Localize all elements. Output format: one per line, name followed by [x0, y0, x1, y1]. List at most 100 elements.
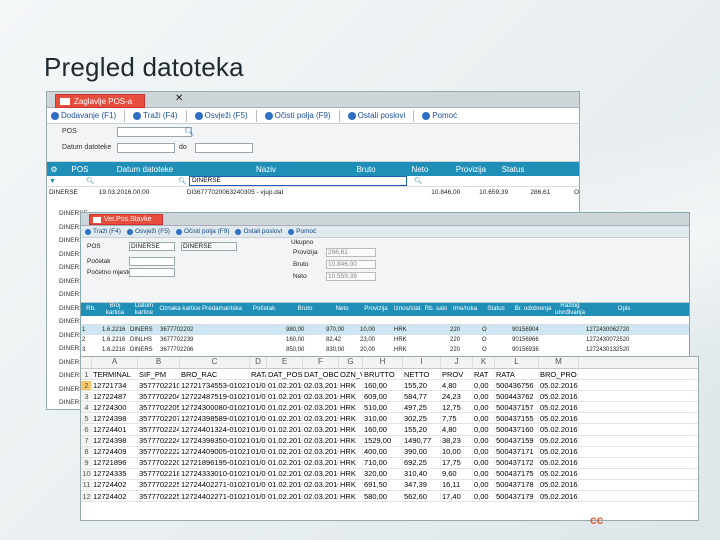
cell[interactable]: 1529,00: [363, 436, 403, 446]
cell[interactable]: 05.02.2016: [539, 447, 579, 457]
cell[interactable]: 12721896195-010215: [180, 458, 250, 468]
cell[interactable]: NETTO: [403, 369, 441, 379]
cell[interactable]: 02.03.2016: [303, 380, 339, 390]
table-row[interactable]: 11 12724402 3577702225 12724402271-010215 01…: [81, 480, 698, 492]
cell[interactable]: HRK: [339, 391, 363, 401]
cell[interactable]: 01/05: [250, 380, 267, 390]
cell[interactable]: 0,00: [473, 458, 495, 468]
toolbar-button-3[interactable]: Očisti polja (F9): [264, 111, 331, 120]
cell[interactable]: HRK: [339, 402, 363, 412]
column-letter[interactable]: I: [403, 357, 441, 368]
cell[interactable]: 562,60: [403, 491, 441, 501]
cell[interactable]: 01.02.2016: [267, 380, 303, 390]
column-header[interactable]: Bruto: [285, 306, 325, 312]
cell[interactable]: 0,00: [473, 391, 495, 401]
cell[interactable]: 02.03.2016: [303, 413, 339, 423]
cell[interactable]: 12724335: [92, 469, 138, 479]
cell[interactable]: RAT: [473, 369, 495, 379]
cell[interactable]: 9,60: [441, 469, 473, 479]
cell[interactable]: 3577702224: [138, 425, 180, 435]
cell[interactable]: 10,00: [441, 447, 473, 457]
cell[interactable]: 05.02.2016: [539, 402, 579, 412]
cell[interactable]: 497,25: [403, 402, 441, 412]
gear-icon[interactable]: ⚙: [47, 165, 61, 174]
column-header[interactable]: Neto: [325, 306, 359, 312]
toolbar-button-0[interactable]: Traži (F4): [85, 228, 121, 235]
cell[interactable]: HRK: [339, 425, 363, 435]
column-header[interactable]: Ime/ruka: [449, 306, 481, 312]
table-row[interactable]: 3 1.6.2216 DINERS 3677702206 850,00 830,00 20,…: [81, 345, 689, 355]
list-item[interactable]: DINERSE: [47, 372, 88, 386]
column-header[interactable]: Razlog utvrđivanja: [555, 303, 585, 316]
cell[interactable]: 160,00: [363, 425, 403, 435]
table-row[interactable]: 8 12724409 3577702222 12724409005-010215 01/…: [81, 447, 698, 458]
list-item[interactable]: DINERSE: [47, 318, 88, 332]
cell[interactable]: HRK: [339, 413, 363, 423]
cell[interactable]: 0,00: [473, 380, 495, 390]
column-letter[interactable]: G: [339, 357, 363, 368]
column-letter[interactable]: M: [539, 357, 579, 368]
column-header[interactable]: POS: [61, 165, 99, 174]
cell[interactable]: 500443762: [495, 391, 539, 401]
cell[interactable]: 4,80: [441, 425, 473, 435]
list-item[interactable]: DINERSE: [47, 224, 88, 238]
cell[interactable]: 3577702220: [138, 458, 180, 468]
cell[interactable]: 12724402271-010215: [180, 491, 250, 501]
cell[interactable]: 01.02.2016: [267, 413, 303, 423]
column-letter[interactable]: L: [495, 357, 539, 368]
list-item[interactable]: DINERSE: [47, 386, 88, 400]
column-header[interactable]: Status: [493, 165, 533, 174]
list-item[interactable]: DINERSE: [47, 251, 88, 265]
cell[interactable]: 05.02.2016: [539, 436, 579, 446]
cell[interactable]: 510,00: [363, 402, 403, 412]
column-header[interactable]: Iznos/stat.: [393, 306, 423, 312]
column-letter[interactable]: A: [92, 357, 138, 368]
cell[interactable]: 17,75: [441, 458, 473, 468]
cell[interactable]: 01/06: [250, 391, 267, 401]
table-row[interactable]: 5 12724398 3577702207 12724398589-010215 01/…: [81, 413, 698, 425]
cell[interactable]: 01.02.2016: [267, 458, 303, 468]
cell[interactable]: 0,00: [473, 402, 495, 412]
cell[interactable]: 692,25: [403, 458, 441, 468]
cell[interactable]: 24,23: [441, 391, 473, 401]
column-header[interactable]: Broj kartica: [101, 303, 129, 316]
column-header[interactable]: Bruto: [341, 165, 391, 174]
column-letter[interactable]: J: [441, 357, 473, 368]
cell[interactable]: 02.03.2016: [303, 425, 339, 435]
cell[interactable]: HRK: [339, 458, 363, 468]
cell[interactable]: 3577702224: [138, 436, 180, 446]
cell[interactable]: HRK: [339, 480, 363, 490]
cell[interactable]: 05.02.2016: [539, 380, 579, 390]
cell[interactable]: 3577702218: [138, 469, 180, 479]
cell[interactable]: 05.02.2016: [539, 491, 579, 501]
tab-pos-items[interactable]: Ver.Pos.Stavke: [89, 214, 163, 225]
cell[interactable]: 12724409: [92, 447, 138, 457]
cell[interactable]: 12724402271-010215: [180, 480, 250, 490]
cell[interactable]: HRK: [339, 447, 363, 457]
table-row[interactable]: 1 1.6.2216 DINERS 3677702202 980,00 970,00 10,…: [81, 325, 689, 335]
cell[interactable]: 691,50: [363, 480, 403, 490]
cell[interactable]: 500436756: [495, 380, 539, 390]
column-header[interactable]: Predamantska: [201, 306, 243, 312]
cell[interactable]: 12724402: [92, 491, 138, 501]
toolbar-button-4[interactable]: Ostali poslovi: [347, 111, 405, 120]
cell[interactable]: 0,00: [473, 436, 495, 446]
cell[interactable]: 01/05: [250, 402, 267, 412]
cell[interactable]: 310,00: [363, 413, 403, 423]
cell[interactable]: 0,00: [473, 413, 495, 423]
cell[interactable]: 05.02.2016: [539, 458, 579, 468]
column-header[interactable]: Datum kartice: [129, 303, 159, 316]
cell[interactable]: 500437157: [495, 402, 539, 412]
filter-icon[interactable]: ▼: [47, 178, 56, 185]
column-letter[interactable]: B: [138, 357, 180, 368]
cell[interactable]: 320,00: [363, 469, 403, 479]
search-icon[interactable]: 🔍︎: [407, 177, 423, 185]
date-from-input[interactable]: [117, 143, 175, 153]
cell[interactable]: 4,80: [441, 380, 473, 390]
naziv-search-input[interactable]: DINERSE: [189, 176, 407, 186]
cell[interactable]: 3577702207: [138, 413, 180, 423]
cell[interactable]: 17,40: [441, 491, 473, 501]
cell[interactable]: 01.02.2016: [267, 391, 303, 401]
cell[interactable]: 400,00: [363, 447, 403, 457]
pocetno-mjesto-input[interactable]: [129, 268, 175, 277]
